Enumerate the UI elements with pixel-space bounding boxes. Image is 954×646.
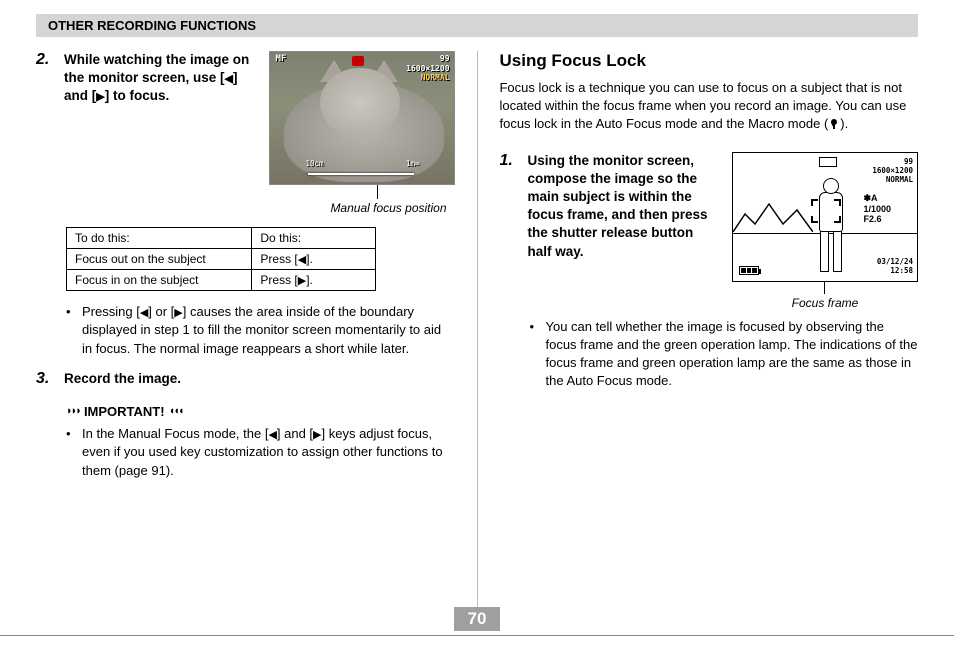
bullet-text-a: Pressing [ (82, 304, 140, 319)
table-cell: Press [◀]. (252, 249, 376, 270)
scale-left-label: 10cm (306, 159, 324, 168)
photo-caption: Manual focus position (269, 201, 447, 215)
table-header-key: Do this: (252, 228, 376, 249)
diag-shutter: 1/1000 (863, 204, 891, 214)
focus-frame-brackets (811, 199, 841, 223)
press-suffix: ]. (306, 273, 313, 287)
imp-text-b: ] and [ (277, 426, 313, 441)
left-triangle-icon: ◀ (140, 306, 148, 321)
important-left-icon: ◗◗◗ (66, 405, 80, 417)
focus-action-table: To do this: Do this: Focus out on the su… (66, 227, 376, 291)
step-3-text: Record the image. (64, 370, 181, 388)
left-triangle-icon: ◀ (225, 72, 233, 87)
page-columns: 2. While watching the image on the monit… (36, 51, 918, 611)
step-2-text-c: ] to focus. (105, 88, 170, 103)
right-triangle-icon: ▶ (298, 274, 306, 287)
step-2-number: 2. (36, 51, 56, 69)
bullet-text-b: ] or [ (148, 304, 174, 319)
table-cell: Focus in on the subject (67, 270, 252, 291)
focus-lock-heading: Using Focus Lock (499, 51, 918, 71)
scale-right-label: 1m∞ (406, 159, 420, 168)
diagram-datetime: 03/12/24 12:58 (877, 257, 913, 275)
imp-text-a: In the Manual Focus mode, the [ (82, 426, 268, 441)
page-footer: 70 (0, 607, 954, 636)
battery-icon (739, 266, 759, 275)
right-column: Using Focus Lock Focus lock is a techniq… (499, 51, 918, 611)
diagram-caption: Focus frame (732, 296, 918, 310)
bullet-icon: • (66, 425, 76, 480)
diagram-wrapper: 99 1600×1200 NORMAL ✽A 1/1000 F2.6 03/12… (732, 152, 918, 310)
bullet-text: Pressing [◀] or [▶] causes the area insi… (82, 303, 455, 358)
diagram-settings: ✽A 1/1000 F2.6 (863, 193, 891, 224)
diagram-info-right: 99 1600×1200 NORMAL (872, 157, 913, 185)
section-header: OTHER RECORDING FUNCTIONS (36, 14, 918, 37)
mountains-icon (733, 196, 813, 232)
table-cell: Press [▶]. (252, 270, 376, 291)
press-suffix: ]. (306, 252, 313, 266)
table-header-action: To do this: (67, 228, 252, 249)
table-row: Focus out on the subject Press [◀]. (67, 249, 376, 270)
important-bullet-text: In the Manual Focus mode, the [◀] and [▶… (82, 425, 455, 480)
press-prefix: Press [ (260, 273, 297, 287)
bullet-icon: • (66, 303, 76, 358)
focus-frame-diagram: 99 1600×1200 NORMAL ✽A 1/1000 F2.6 03/12… (732, 152, 918, 282)
diag-time: 12:58 (890, 266, 913, 275)
diag-fstop: F2.6 (863, 214, 881, 224)
photo-mf-label: MF (276, 54, 287, 64)
focus-note-bullet: • You can tell whether the image is focu… (529, 318, 918, 391)
person-figure (809, 178, 853, 274)
step-2-text: While watching the image on the monitor … (64, 51, 257, 106)
camera-top-icon (819, 157, 837, 167)
page-number: 70 (454, 607, 501, 631)
bullet-icon: • (529, 318, 539, 391)
macro-icon (828, 119, 840, 129)
diag-resolution: 1600×1200 (872, 166, 913, 175)
left-column: 2. While watching the image on the monit… (36, 51, 455, 611)
focus-note-text: You can tell whether the image is focuse… (545, 318, 918, 391)
intro-text-b: ). (840, 116, 848, 131)
photo-info-right: 99 1600×1200 NORMAL (406, 54, 449, 83)
diag-date: 03/12/24 (877, 257, 913, 266)
photo-wrapper: MF 99 1600×1200 NORMAL 10cm 1m∞ Manual f… (269, 51, 455, 215)
step-2-row: 2. While watching the image on the monit… (36, 51, 455, 215)
pointer-line (824, 282, 825, 294)
important-heading: ◗◗◗ IMPORTANT! ◖◖◖ (66, 404, 455, 419)
step-1-number: 1. (499, 152, 519, 170)
important-bullet: • In the Manual Focus mode, the [◀] and … (66, 425, 455, 480)
left-triangle-icon: ◀ (298, 253, 306, 266)
sample-photo: MF 99 1600×1200 NORMAL 10cm 1m∞ (269, 51, 455, 185)
column-divider (477, 51, 478, 611)
left-triangle-icon: ◀ (268, 428, 276, 443)
table-row: Focus in on the subject Press [▶]. (67, 270, 376, 291)
step-1-row: 1. Using the monitor screen, compose the… (499, 152, 918, 310)
record-icon (352, 56, 364, 66)
table-cell: Focus out on the subject (67, 249, 252, 270)
press-prefix: Press [ (260, 252, 297, 266)
step-1-text: Using the monitor screen, compose the im… (527, 152, 718, 261)
diag-quality: NORMAL (886, 175, 913, 184)
pointer-line (377, 185, 378, 199)
focus-lock-intro: Focus lock is a technique you can use to… (499, 79, 918, 134)
right-triangle-icon: ▶ (96, 90, 104, 105)
important-right-icon: ◖◖◖ (169, 405, 183, 417)
right-triangle-icon: ▶ (174, 306, 182, 321)
focus-scale: 10cm 1m∞ (308, 170, 414, 178)
diag-count: 99 (904, 157, 913, 166)
photo-count: 99 (440, 54, 450, 63)
important-label: IMPORTANT! (84, 404, 165, 419)
photo-quality: NORMAL (421, 73, 450, 82)
right-triangle-icon: ▶ (313, 428, 321, 443)
diag-flash: ✽A (863, 193, 877, 203)
step-2-text-a: While watching the image on the monitor … (64, 52, 249, 85)
footer-rule (0, 635, 954, 636)
note-bullet: • Pressing [◀] or [▶] causes the area in… (66, 303, 455, 358)
step-3-number: 3. (36, 370, 56, 388)
photo-resolution: 1600×1200 (406, 64, 449, 73)
